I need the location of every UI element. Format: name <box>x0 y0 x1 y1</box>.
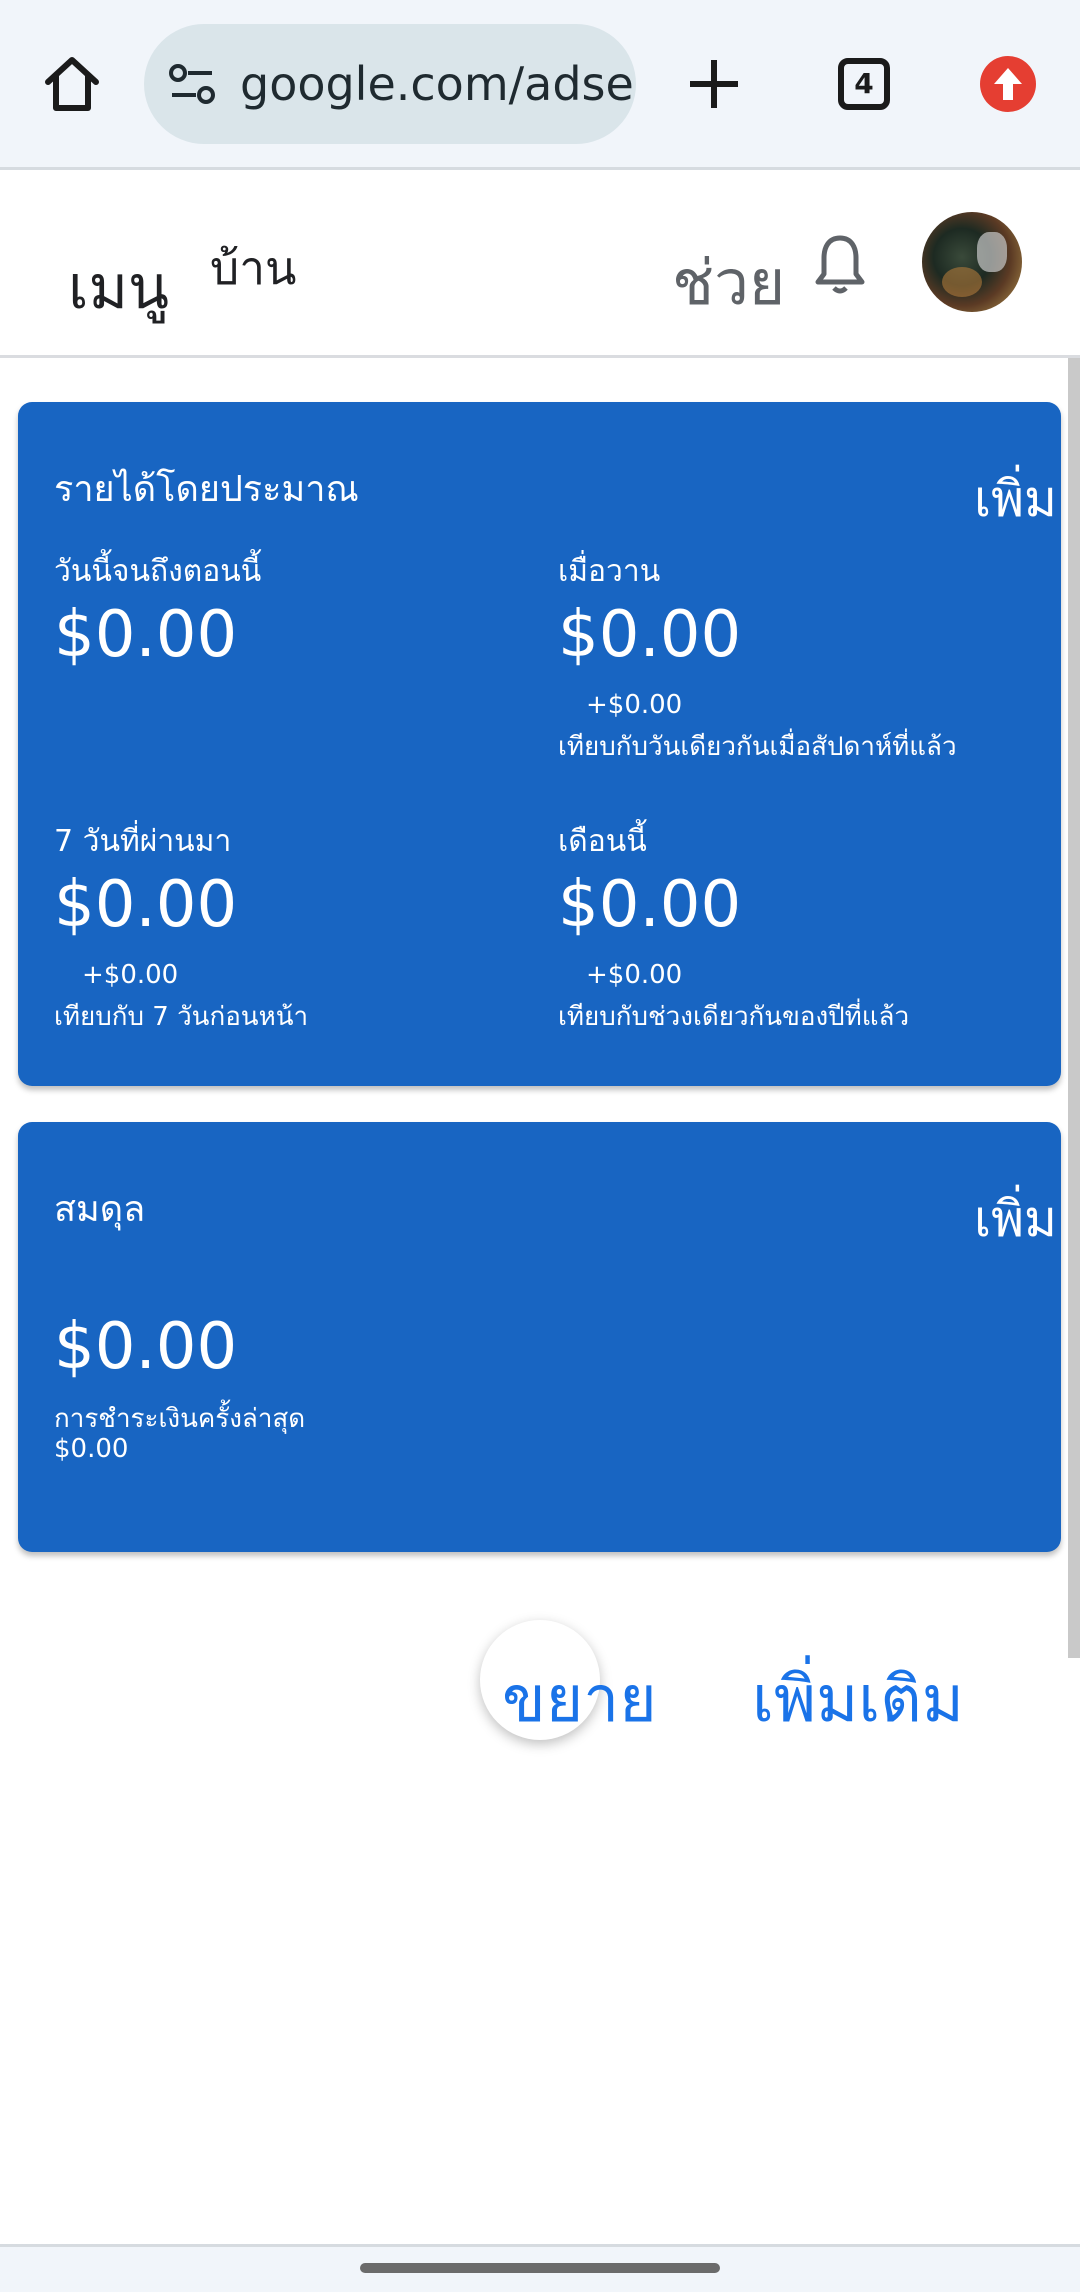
last7-label: 7 วันที่ผ่านมา <box>54 824 232 859</box>
more-button[interactable]: เพิ่มเติม <box>752 1648 964 1750</box>
last-payment-label: การชำระเงินครั้งล่าสุด <box>54 1404 306 1434</box>
earnings-title: รายได้โดยประมาณ <box>54 469 359 510</box>
last7-delta: +$0.00 <box>82 960 179 990</box>
avatar[interactable] <box>922 212 1022 312</box>
help-button[interactable]: ช่วย <box>672 234 785 332</box>
earnings-more-link[interactable]: เพิ่ม <box>974 460 1057 539</box>
month-delta: +$0.00 <box>586 960 683 990</box>
last7-compare: เทียบกับ 7 วันก่อนหน้า <box>54 1002 309 1032</box>
balance-card: สมดุล เพิ่ม $0.00 การชำระเงินครั้งล่าสุด… <box>18 1122 1061 1552</box>
month-compare: เทียบกับช่วงเดียวกันของปีที่แล้ว <box>558 1002 910 1032</box>
yesterday-label: เมื่อวาน <box>558 554 661 589</box>
home-icon[interactable] <box>40 52 104 116</box>
url-text[interactable]: google.com/adse <box>240 24 634 144</box>
balance-more-link[interactable]: เพิ่ม <box>974 1180 1057 1259</box>
today-label: วันนี้จนถึงตอนนี้ <box>54 554 262 589</box>
last-payment-value: $0.00 <box>54 1434 129 1464</box>
app-header: เมนู บ้าน ช่วย <box>0 172 1080 358</box>
yesterday-compare: เทียบกับวันเดียวกันเมื่อสัปดาห์ที่แล้ว <box>558 732 957 762</box>
earnings-card: รายได้โดยประมาณ เพิ่ม วันนี้จนถึงตอนนี้ … <box>18 402 1061 1086</box>
home-link[interactable]: บ้าน <box>210 232 296 305</box>
tabs-icon[interactable]: 4 <box>838 58 890 110</box>
plus-icon[interactable] <box>686 56 742 112</box>
bell-icon[interactable] <box>812 232 868 296</box>
expand-button[interactable]: ขยาย <box>502 1648 657 1750</box>
system-nav-bar <box>0 2244 1080 2292</box>
month-value: $0.00 <box>558 868 742 942</box>
update-arrow-icon[interactable] <box>980 56 1036 112</box>
yesterday-value: $0.00 <box>558 598 742 672</box>
browser-toolbar: google.com/adse 4 <box>0 0 1080 170</box>
last7-value: $0.00 <box>54 868 238 942</box>
yesterday-delta: +$0.00 <box>586 690 683 720</box>
tune-icon[interactable] <box>168 64 216 104</box>
balance-value: $0.00 <box>54 1310 238 1384</box>
menu-button[interactable]: เมนู <box>68 240 169 335</box>
balance-title: สมดุล <box>54 1189 146 1230</box>
today-value: $0.00 <box>54 598 238 672</box>
gesture-handle[interactable] <box>360 2263 720 2273</box>
address-bar[interactable]: google.com/adse <box>144 24 636 144</box>
month-label: เดือนนี้ <box>558 824 647 859</box>
scrollbar[interactable] <box>1068 358 1080 1658</box>
